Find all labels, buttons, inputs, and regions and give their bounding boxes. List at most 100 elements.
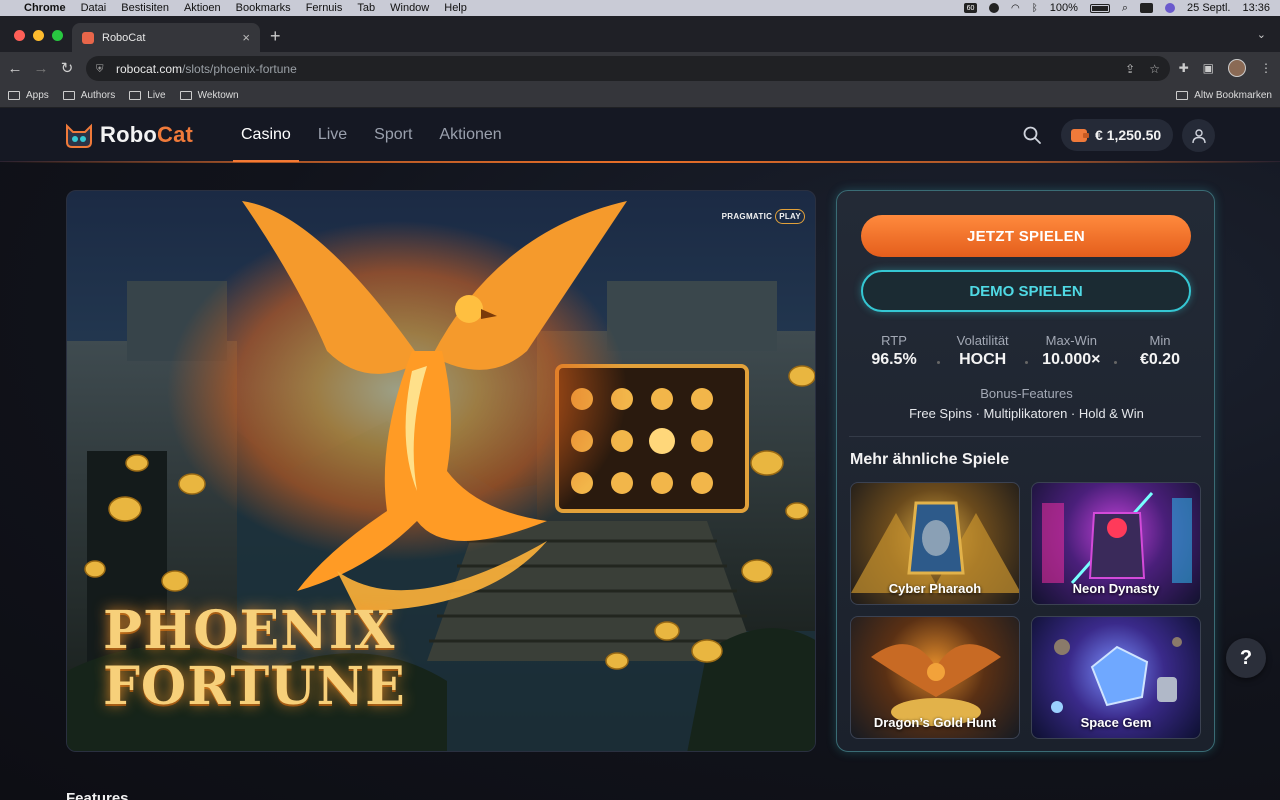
apps-grid-icon [8,91,20,100]
nav-aktionen[interactable]: Aktionen [439,126,501,160]
provider-logo: PRAGMATIC PLAY [722,209,805,224]
stat-rtp: RTP 96.5% [871,333,917,368]
folder-icon [1176,91,1189,100]
back-icon[interactable]: ← [2,60,28,77]
close-tab-icon[interactable]: × [242,30,250,45]
status-badge-icon[interactable]: 60 [964,3,977,13]
similar-game-dragons-gold-hunt[interactable]: Dragon’s Gold Hunt [850,616,1020,739]
new-tab-icon[interactable]: + [270,26,281,47]
similar-game-title: Cyber Pharaoh [888,581,982,596]
extensions-icon[interactable]: ✚ [1179,61,1189,75]
menu-item-file[interactable]: Datai [81,2,107,14]
wifi-icon[interactable]: ◠ [1011,3,1020,14]
nav-sport[interactable]: Sport [374,126,412,160]
main-nav: Casino Live Sport Aktionen [233,126,529,162]
bluetooth-icon[interactable]: ᛒ [1032,3,1038,14]
close-window-icon[interactable] [14,30,25,41]
play-now-button[interactable]: JETZT SPIELEN [861,215,1191,257]
game-title: PHOENIX FORTUNE [103,603,406,715]
stat-max-win: Max-Win 10.000× [1042,333,1101,368]
folder-icon [129,91,142,100]
menu-item-help[interactable]: Help [444,2,467,14]
game-info-panel: JETZT SPIELEN DEMO SPIELEN RTP 96.5% Vol… [836,190,1215,752]
tab-title: RoboCat [102,31,146,44]
user-account-button[interactable] [1182,119,1215,152]
forward-icon[interactable]: → [28,60,54,77]
similar-game-cyber-pharaoh[interactable]: Cyber Pharaoh [850,482,1020,605]
folder-icon [179,91,192,100]
browser-tab[interactable]: RoboCat × [72,23,260,52]
bonus-features-list: Free Spins · Multiplikatoren · Hold & Wi… [909,406,1144,421]
browser-tab-strip: RoboCat × + ⌄ [0,16,1280,52]
favicon-icon [82,31,94,44]
game-hero-banner[interactable]: PRAGMATIC PLAY PHOENIX FORTUNE [66,190,816,752]
help-button[interactable]: ? [1226,638,1266,678]
bonus-features-heading: Bonus-Features [980,386,1073,401]
minimize-window-icon[interactable] [33,30,44,41]
similar-game-title: Neon Dynasty [1072,581,1160,596]
chrome-menu-icon[interactable]: ⋮ [1260,61,1272,75]
cat-logo-icon [66,123,92,148]
nav-casino[interactable]: Casino [233,126,299,162]
profile-avatar[interactable] [1228,59,1246,77]
site-info-icon[interactable]: ⛨ [96,64,106,75]
demo-play-button[interactable]: DEMO SPIELEN [861,270,1191,312]
menu-app-name[interactable]: Chrome [24,2,66,14]
bookmark-wektown[interactable]: Wektown [179,90,239,101]
balance-amount: € 1,250.50 [1095,127,1162,143]
logo-text-cat: Cat [157,122,194,147]
stat-volatility: Volatilität HOCH [956,333,1009,368]
stat-separator [936,361,940,364]
battery-icon[interactable] [1089,3,1110,13]
wallet-balance-button[interactable]: € 1,250.50 [1061,119,1173,151]
other-bookmarks[interactable]: Altw Bookmarken [1176,90,1272,101]
menu-item-bookmarks[interactable]: Bookmarks [236,2,291,14]
site-header: RoboCat Casino Live Sport Aktionen € 1,2… [0,108,1280,162]
similar-game-space-gem[interactable]: Space Gem [1031,616,1201,739]
bookmarks-bar: Apps Authors Live Wektown Altw Bookmarke… [0,84,1280,108]
menu-item-window[interactable]: Window [390,2,429,14]
zoom-window-icon[interactable] [52,30,63,41]
provider-name: PRAGMATIC [721,212,773,221]
menu-item-profiles[interactable]: Fernuis [306,2,343,14]
stat-separator [1025,361,1029,364]
bookmark-apps[interactable]: Apps [8,90,49,101]
os-menu-bar: Chrome Datai Bestisiten Aktioen Bookmark… [0,0,1280,16]
browser-toolbar: ← → ↻ ⛨ robocat.com/slots/phoenix-fortun… [0,52,1280,84]
menu-item-view[interactable]: Aktioen [184,2,221,14]
provider-badge: PLAY [775,209,805,224]
url-path: /slots/phoenix-fortune [182,61,297,76]
share-icon[interactable]: ⇪ [1125,62,1135,76]
features-heading: Features [66,790,129,800]
bookmark-star-icon[interactable]: ☆ [1149,62,1160,76]
user-icon [1191,128,1206,143]
wallet-icon [1071,128,1089,142]
side-panel-icon[interactable]: ▣ [1203,61,1214,75]
menu-time[interactable]: 13:36 [1242,2,1270,14]
game-title-line1: PHOENIX [103,600,396,661]
nav-live[interactable]: Live [318,126,347,160]
spotlight-icon[interactable]: ⌕ [1122,2,1128,15]
address-bar[interactable]: ⛨ robocat.com/slots/phoenix-fortune ⇪ ☆ [86,56,1170,81]
stat-min-bet: Min €0.20 [1139,333,1180,368]
logo-text-robo: Robo [100,122,158,147]
bookmark-authors[interactable]: Authors [62,90,115,101]
battery-percent: 100% [1049,2,1078,14]
bookmark-live[interactable]: Live [129,90,166,101]
control-center-icon[interactable] [1140,3,1154,13]
robocat-logo[interactable]: RoboCat [64,122,193,148]
header-glow-line [0,161,1280,163]
tab-search-icon[interactable]: ⌄ [1257,28,1266,41]
similar-game-neon-dynasty[interactable]: Neon Dynasty [1031,482,1201,605]
similar-game-title: Space Gem [1080,715,1152,730]
window-controls [14,30,63,41]
similar-games-heading: Mehr ähnliche Spiele [850,451,1010,468]
menu-item-tab[interactable]: Tab [357,2,375,14]
menu-item-edit[interactable]: Bestisiten [121,2,169,14]
menu-date[interactable]: 25 Septl. [1187,2,1230,14]
media-icon[interactable] [989,3,999,13]
siri-icon[interactable] [1165,3,1176,13]
game-stats: RTP 96.5% Volatilität HOCH Max-Win 10.00… [859,333,1195,369]
search-icon[interactable] [1022,125,1042,145]
reload-icon[interactable]: ↻ [54,59,80,77]
